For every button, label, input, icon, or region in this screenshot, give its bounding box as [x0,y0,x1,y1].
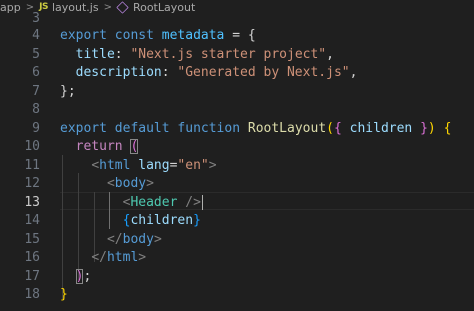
keyword: return [75,139,123,154]
jsx-tag: body [114,176,147,191]
punctuation: }; [60,84,76,99]
line-number: 9 [32,121,40,136]
identifier: children [130,213,194,228]
symbol-method-icon [116,0,129,14]
breadcrumb-file-label: layout.js [51,0,99,14]
keyword: const [114,28,154,43]
breadcrumb-symbol-label: RootLayout [132,0,196,14]
string: "Next.js starter project" [130,47,327,62]
identifier: metadata [161,28,225,43]
code-line[interactable]: </body> [60,231,162,250]
keyword: default [114,121,170,136]
code-line[interactable]: {children} [60,212,201,231]
bracket-match: ( [130,139,139,154]
punctuation: = { [224,28,256,43]
breadcrumb-symbol[interactable]: RootLayout [116,0,196,14]
line-number: 17 [24,269,40,284]
line-number: 4 [32,28,40,43]
line-number: 8 [32,102,40,117]
code-line[interactable]: export const metadata = { [60,27,256,46]
breadcrumb-file[interactable]: JS layout.js [39,1,98,14]
chevron-right-icon: > [103,1,112,13]
line-number: 11 [24,158,40,173]
code-line[interactable]: export default function RootLayout({ chi… [60,120,451,139]
jsx-attribute: lang [138,158,170,173]
property: title [75,47,115,62]
line-number: 16 [24,250,40,265]
keyword: export [60,121,107,136]
line-number: 3 [32,11,40,26]
line-number: 5 [32,47,40,62]
javascript-file-icon: JS [39,2,48,12]
code-line[interactable]: <body> [60,175,154,194]
code-line[interactable]: <html lang="en"> [60,157,216,176]
code-line[interactable]: description: "Generated by Next.js", [60,64,358,83]
line-number: 15 [24,232,40,247]
code-line[interactable]: </html> [60,249,146,268]
bracket-match: ) [75,269,84,284]
breadcrumb: app > JS layout.js > RootLayout [0,0,474,14]
code-editor[interactable]: app > JS layout.js > RootLayout 3 4 5 6 … [0,0,474,311]
code-line[interactable]: } [60,286,68,305]
jsx-tag: body [122,232,154,247]
function-name: RootLayout [247,121,327,136]
jsx-component: Header [130,195,178,210]
parameter: children [349,121,413,136]
keyword: function [177,121,241,136]
line-number: 6 [32,65,40,80]
jsx-tag: html [106,250,139,265]
line-number: 10 [24,139,40,154]
line-number: 7 [32,84,40,99]
code-line[interactable]: return ( [60,138,139,157]
string: "Generated by Next.js" [177,65,350,80]
line-number: 14 [24,213,40,228]
code-line-active[interactable]: <Header /> [60,194,203,213]
line-number: 18 [24,287,40,302]
keyword: export [60,28,107,43]
property: description [75,65,162,80]
punctuation: } [60,287,68,302]
code-line[interactable]: }; [60,83,76,102]
code-line[interactable]: ); [60,268,91,287]
jsx-tag: html [99,158,131,173]
code-line[interactable]: title: "Next.js starter project", [60,46,334,65]
string: "en" [177,158,209,173]
text-cursor [201,195,203,210]
line-number-active: 13 [24,195,40,210]
line-number: 12 [24,176,40,191]
